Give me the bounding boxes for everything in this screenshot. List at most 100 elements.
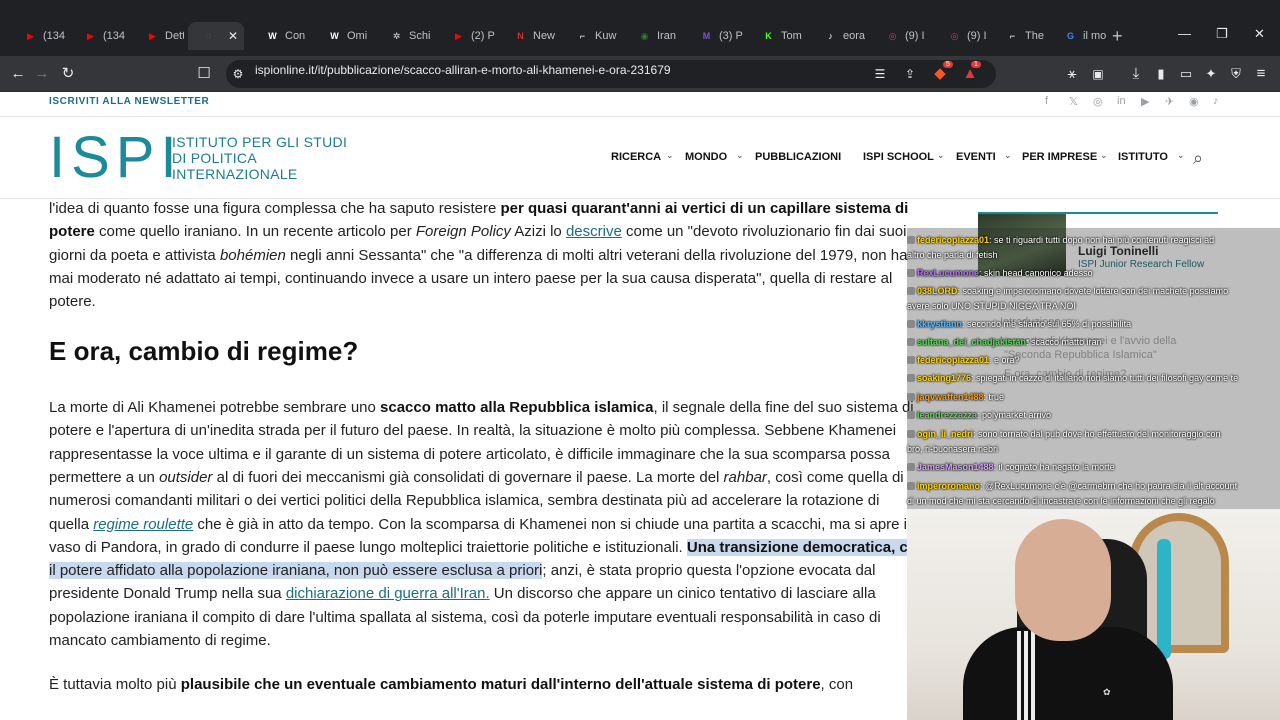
leo-ai-icon[interactable]: ✦: [1201, 64, 1221, 84]
nav-item-per-imprese[interactable]: PER IMPRESE: [1022, 151, 1097, 163]
chat-message: leandrezzazza: polymarket arrivo: [907, 410, 1051, 420]
chat-username: ogin_li_nedri: [917, 429, 974, 439]
tab[interactable]: M (3) P: [686, 22, 744, 50]
forward-icon[interactable]: →: [32, 64, 52, 84]
chat-message: soaking1776: spiegati in cazzo di italia…: [907, 373, 1238, 383]
reader-mode-icon[interactable]: ☰: [870, 64, 890, 84]
tab[interactable]: N New: [500, 22, 556, 50]
chevron-down-icon[interactable]: ⌄: [666, 150, 674, 161]
tab[interactable]: K Tom: [748, 22, 804, 50]
adidas-logo-icon: ✿: [1103, 687, 1111, 697]
chat-message: 038LORD: soaking e imperoromano dovete l…: [907, 286, 1228, 296]
share-icon[interactable]: ⇪: [900, 64, 920, 84]
nav-item-mondo[interactable]: MONDO: [685, 151, 727, 163]
tab[interactable]: ◉ Iran: [624, 22, 680, 50]
text-run: presidente Donald Trump nella sua: [49, 585, 286, 603]
tab[interactable]: ⌐ Kuw: [562, 22, 618, 50]
chat-text: : se ti riguardi tutti dopo non hai più …: [989, 235, 1215, 245]
tab[interactable]: ⌐ The: [992, 22, 1048, 50]
chevron-down-icon[interactable]: ⌄: [1177, 150, 1185, 161]
text-run: rahbar: [723, 468, 767, 486]
youtube-icon: ▶: [455, 30, 462, 41]
tab[interactable]: ✲ Schi: [376, 22, 432, 50]
article-link[interactable]: descrive: [566, 223, 622, 240]
ispi-logo[interactable]: ISPI: [49, 129, 183, 187]
newsletter-link[interactable]: ISCRIVITI ALLA NEWSLETTER: [49, 96, 209, 107]
youtube-icon[interactable]: ▶: [1141, 95, 1149, 108]
text-run: numerosi comandanti militari o dei verti…: [49, 492, 880, 510]
extensions-icon[interactable]: ⚹: [1062, 64, 1082, 84]
tab[interactable]: W Omi: [314, 22, 370, 50]
tab[interactable]: ◎ (9) I: [934, 22, 990, 50]
nav-item-pubblicazioni[interactable]: PUBBLICAZIONI: [755, 151, 841, 163]
article-line: vaso di Pandora, in grado di condurre il…: [49, 538, 927, 556]
jacket-stripe: [1017, 631, 1021, 720]
chat-text: : true: [983, 392, 1005, 402]
tab[interactable]: ♪ eora: [810, 22, 866, 50]
youtube-icon: ▶: [87, 30, 94, 41]
text-run: quella: [49, 515, 94, 533]
maximize-icon[interactable]: ❐: [1216, 26, 1228, 42]
minimize-icon[interactable]: —: [1178, 26, 1191, 41]
tab[interactable]: ▶ Dett: [132, 22, 184, 50]
tab[interactable]: ◌ ✕: [188, 22, 244, 50]
back-icon[interactable]: ←: [8, 64, 28, 84]
rewards-badge: 1: [971, 61, 981, 68]
article-link[interactable]: regime roulette: [93, 516, 193, 533]
text-run: , con: [820, 676, 854, 693]
article-line: quella regime roulette che è già in atto…: [49, 516, 910, 533]
tab[interactable]: ▶ (2) P: [438, 22, 496, 50]
telegram-icon[interactable]: ✈: [1165, 95, 1174, 108]
close-window-icon[interactable]: ✕: [1254, 26, 1265, 42]
chevron-down-icon[interactable]: ⌄: [937, 150, 945, 161]
tab[interactable]: Gil mo: [1050, 22, 1108, 50]
text-run: popolazione iraniana il compito di dare …: [49, 608, 881, 626]
nav-item-ispi-school[interactable]: ISPI SCHOOL: [863, 151, 934, 163]
mail-icon: M: [702, 30, 711, 41]
site-info-icon[interactable]: ⚙: [228, 64, 248, 84]
tab[interactable]: ▶ (134: [70, 22, 128, 50]
nav-item-ricerca[interactable]: RICERCA: [611, 151, 661, 163]
kick-icon: K: [765, 30, 772, 41]
download-icon[interactable]: ⤓: [1126, 64, 1146, 84]
chat-text: : sono tornato dal pub dove ho effettuat…: [973, 429, 1221, 439]
search-icon[interactable]: ⌕: [1193, 148, 1203, 169]
close-tab-icon[interactable]: ✕: [228, 29, 238, 43]
chat-message: altro che parla di fetish: [907, 250, 998, 260]
article-link[interactable]: dichiarazione di guerra all'Iran.: [286, 585, 490, 602]
instagram-icon[interactable]: ◎: [1093, 95, 1103, 108]
chat-message: jaqvwaffen1488: true: [907, 392, 1004, 402]
article-line: potere.: [49, 293, 96, 310]
url-text[interactable]: ispionline.it/it/pubblicazione/scacco-al…: [255, 63, 671, 77]
menu-icon[interactable]: ≡: [1251, 64, 1271, 84]
tab[interactable]: W Con: [252, 22, 308, 50]
article-line: potere e l'apertura di un'inedita strada…: [49, 422, 896, 439]
new-tab-button[interactable]: +: [1112, 26, 1123, 47]
facebook-icon[interactable]: f: [1045, 95, 1048, 107]
vpn-icon[interactable]: ⛨: [1226, 64, 1246, 84]
chevron-down-icon[interactable]: ⌄: [1100, 150, 1108, 161]
chat-username: imperoromano: [917, 481, 981, 491]
wallet-icon[interactable]: ▭: [1176, 64, 1196, 84]
whatsapp-icon[interactable]: ◉: [1189, 95, 1199, 108]
tab[interactable]: ▶ (134: [10, 22, 68, 50]
tab[interactable]: ◎ (9) I: [872, 22, 928, 50]
x-icon[interactable]: 𝕏: [1069, 95, 1078, 108]
tab-label: Iran: [657, 30, 676, 42]
chat-username: sultana_del_chadjakistan: [917, 337, 1027, 347]
chat-badge-icon: [907, 287, 915, 295]
chat-text: : e ora?: [989, 355, 1020, 365]
youtube-icon: ▶: [27, 30, 34, 41]
screenshot-icon[interactable]: ▣: [1088, 64, 1108, 84]
nav-item-istituto[interactable]: ISTITUTO: [1118, 151, 1168, 163]
reload-icon[interactable]: ↻: [58, 64, 78, 84]
nav-item-eventi[interactable]: EVENTI: [956, 151, 996, 163]
sidebar-icon[interactable]: ▮: [1151, 64, 1171, 84]
chat-username: kkrystiann: [917, 319, 963, 329]
tiktok-icon[interactable]: ♪: [1213, 95, 1219, 107]
chevron-down-icon[interactable]: ⌄: [736, 150, 744, 161]
chevron-down-icon[interactable]: ⌄: [1004, 150, 1012, 161]
linkedin-icon[interactable]: in: [1117, 95, 1126, 107]
tab-strip: ▶ (134 ▶ (134 ▶ Dett ◌ ✕ W Con W Omi ✲ Schi ▶ (2) P N New…: [0, 0, 1280, 56]
bookmark-icon[interactable]: ☐: [194, 64, 214, 84]
